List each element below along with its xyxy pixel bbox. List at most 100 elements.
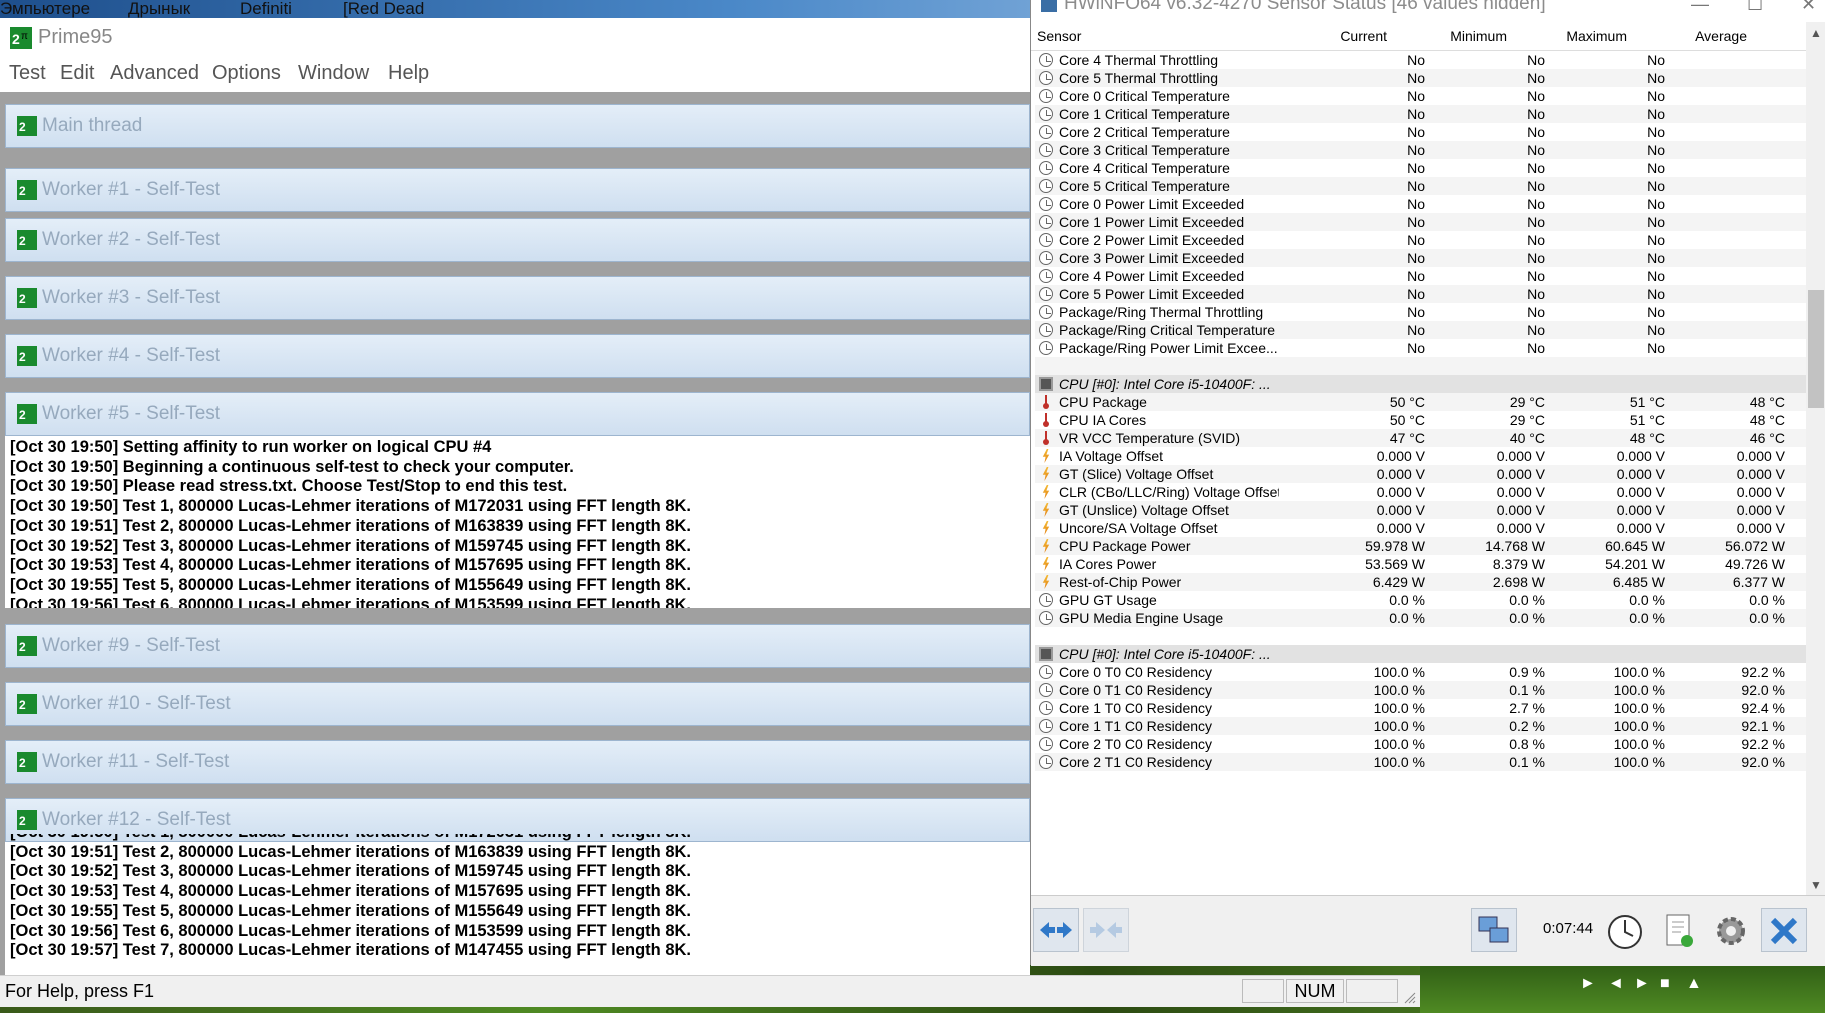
window-caption[interactable]: 2 Worker #1 - Self-Test xyxy=(5,168,1030,212)
sensor-row[interactable]: Rest-of-Chip Power 6.429 W 2.698 W 6.485 W 6… xyxy=(1035,573,1806,591)
scroll-down-icon[interactable]: ▼ xyxy=(1810,878,1822,892)
sensor-row[interactable]: Core 1 Power Limit Exceeded No No No xyxy=(1035,213,1806,231)
sensor-group-row[interactable]: CPU [#0]: Intel Core i5-10400F: ... xyxy=(1035,645,1806,663)
sensor-row[interactable]: Package/Ring Thermal Throttling No No No xyxy=(1035,303,1806,321)
window-worker-1[interactable]: 2 Worker #1 - Self-Test xyxy=(5,168,1030,212)
window-caption[interactable]: 2 Main thread xyxy=(5,104,1030,148)
sensor-row[interactable]: GPU GT Usage 0.0 % 0.0 % 0.0 % 0.0 % xyxy=(1035,591,1806,609)
report-button[interactable] xyxy=(1655,908,1701,952)
window-worker-3[interactable]: 2 Worker #3 - Self-Test xyxy=(5,276,1030,320)
col-average[interactable]: Average xyxy=(1031,28,1747,44)
tray-up-icon[interactable]: ▲ xyxy=(1686,975,1702,993)
sensor-row[interactable]: Core 5 Critical Temperature No No No xyxy=(1035,177,1806,195)
sensor-row[interactable] xyxy=(1035,357,1806,375)
sensor-row[interactable]: Package/Ring Power Limit Excee... No No No xyxy=(1035,339,1806,357)
menu-edit[interactable]: Edit xyxy=(60,62,94,85)
tray-next-icon[interactable]: ► xyxy=(1634,975,1650,993)
close-button[interactable]: ✕ xyxy=(1801,0,1816,15)
window-worker-12[interactable]: 2 Worker #12 - Self-Test [Oct 30 19:50] T… xyxy=(5,798,1030,975)
sensor-row[interactable]: Core 0 T0 C0 Residency 100.0 % 0.9 % 100.0 … xyxy=(1035,663,1806,681)
maximize-button[interactable]: ☐ xyxy=(1747,0,1763,15)
window-worker-2[interactable]: 2 Worker #2 - Self-Test xyxy=(5,218,1030,262)
scroll-up-icon[interactable]: ▲ xyxy=(1810,26,1822,40)
minimize-button[interactable]: — xyxy=(1691,0,1709,15)
sensor-minimum: 0.1 % xyxy=(1509,682,1545,698)
sensor-row[interactable]: Core 2 Critical Temperature No No No xyxy=(1035,123,1806,141)
sensor-row[interactable]: Package/Ring Critical Temperature No No No xyxy=(1035,321,1806,339)
menu-window[interactable]: Window xyxy=(298,62,369,85)
vertical-scrollbar[interactable]: ▲ ▼ xyxy=(1806,22,1825,895)
scroll-thumb[interactable] xyxy=(1808,290,1824,408)
window-main-thread[interactable]: 2 Main thread xyxy=(5,104,1030,148)
window-caption[interactable]: 2 Worker #4 - Self-Test xyxy=(5,334,1030,378)
sensor-maximum: No xyxy=(1647,124,1665,140)
sensor-row[interactable]: Core 5 Thermal Throttling No No No xyxy=(1035,69,1806,87)
window-caption[interactable]: 2 Worker #9 - Self-Test xyxy=(5,624,1030,668)
sensor-row[interactable]: Core 1 T1 C0 Residency 100.0 % 0.2 % 100.0 … xyxy=(1035,717,1806,735)
desktop-label-4[interactable]: [Red Dead xyxy=(343,0,424,18)
window-worker-4[interactable]: 2 Worker #4 - Self-Test xyxy=(5,334,1030,378)
window-worker-9[interactable]: 2 Worker #9 - Self-Test xyxy=(5,624,1030,668)
window-caption[interactable]: 2 Worker #11 - Self-Test xyxy=(5,740,1030,784)
sensor-row[interactable]: VR VCC Temperature (SVID) 47 °C 40 °C 48 °C… xyxy=(1035,429,1806,447)
sensor-row[interactable]: CPU IA Cores 50 °C 29 °C 51 °C 48 °C xyxy=(1035,411,1806,429)
sensor-row[interactable] xyxy=(1035,627,1806,645)
sensor-row[interactable]: Core 4 Critical Temperature No No No xyxy=(1035,159,1806,177)
sensor-row[interactable]: Core 2 T1 C0 Residency 100.0 % 0.1 % 100.0 … xyxy=(1035,753,1806,771)
sensor-row[interactable]: Core 0 Power Limit Exceeded No No No xyxy=(1035,195,1806,213)
sensor-row[interactable]: Core 5 Power Limit Exceeded No No No xyxy=(1035,285,1806,303)
window-worker-5[interactable]: 2 Worker #5 - Self-Test [Oct 30 19:50] Se… xyxy=(5,392,1030,608)
settings-button[interactable] xyxy=(1707,908,1753,952)
sensor-row[interactable]: CPU Package 50 °C 29 °C 51 °C 48 °C xyxy=(1035,393,1806,411)
sensor-average: 92.0 % xyxy=(1741,754,1785,770)
sensor-row[interactable]: CPU Package Power 59.978 W 14.768 W 60.645 … xyxy=(1035,537,1806,555)
hwinfo-app-icon xyxy=(1041,0,1057,12)
window-worker-11[interactable]: 2 Worker #11 - Self-Test xyxy=(5,740,1030,784)
tray-prev-icon[interactable]: ◄ xyxy=(1608,975,1624,993)
collapse-button[interactable] xyxy=(1083,908,1129,952)
sensor-row[interactable]: Uncore/SA Voltage Offset 0.000 V 0.000 V 0.… xyxy=(1035,519,1806,537)
menu-options[interactable]: Options xyxy=(212,62,281,85)
sensor-row[interactable]: Core 1 Critical Temperature No No No xyxy=(1035,105,1806,123)
sensor-row[interactable]: Core 2 T0 C0 Residency 100.0 % 0.8 % 100.0 … xyxy=(1035,735,1806,753)
sensor-row[interactable]: Core 0 Critical Temperature No No No xyxy=(1035,87,1806,105)
menu-test[interactable]: Test xyxy=(9,62,46,85)
desktop-label-3[interactable]: Definiti xyxy=(240,0,292,18)
sensor-row[interactable]: CLR (CBo/LLC/Ring) Voltage Offset 0.000 V… xyxy=(1035,483,1806,501)
sensor-group-row[interactable]: CPU [#0]: Intel Core i5-10400F: ... xyxy=(1035,375,1806,393)
resize-grip-icon[interactable] xyxy=(1402,990,1416,1004)
tray-play-icon[interactable]: ► xyxy=(1580,975,1596,993)
sensor-row[interactable]: Core 3 Critical Temperature No No No xyxy=(1035,141,1806,159)
sensor-row[interactable]: Core 4 Thermal Throttling No No No xyxy=(1035,51,1806,69)
sensor-row[interactable]: GT (Unslice) Voltage Offset 0.000 V 0.000 … xyxy=(1035,501,1806,519)
sensor-row[interactable]: Core 0 T1 C0 Residency 100.0 % 0.1 % 100.0 … xyxy=(1035,681,1806,699)
sensor-row[interactable]: IA Cores Power 53.569 W 8.379 W 54.201 W 49.… xyxy=(1035,555,1806,573)
window-caption[interactable]: 2 Worker #3 - Self-Test xyxy=(5,276,1030,320)
sensor-row[interactable]: Core 1 T0 C0 Residency 100.0 % 2.7 % 100.0 … xyxy=(1035,699,1806,717)
window-caption[interactable]: 2 Worker #5 - Self-Test xyxy=(5,392,1030,436)
sensor-row[interactable]: GT (Slice) Voltage Offset 0.000 V 0.000 V 0… xyxy=(1035,465,1806,483)
sensor-minimum: No xyxy=(1527,250,1545,266)
desktop-label-2[interactable]: Дрынык xyxy=(128,0,190,18)
sensor-row[interactable]: Core 2 Power Limit Exceeded No No No xyxy=(1035,231,1806,249)
window-caption[interactable]: 2 Worker #2 - Self-Test xyxy=(5,218,1030,262)
window-worker-10[interactable]: 2 Worker #10 - Self-Test xyxy=(5,682,1030,726)
window-caption[interactable]: 2 Worker #10 - Self-Test xyxy=(5,682,1030,726)
network-button[interactable] xyxy=(1471,908,1517,952)
sensor-row[interactable]: IA Voltage Offset 0.000 V 0.000 V 0.000 V 0.… xyxy=(1035,447,1806,465)
sensor-current: 100.0 % xyxy=(1373,682,1425,698)
sensor-row[interactable]: GPU Media Engine Usage 0.0 % 0.0 % 0.0 % 0.0… xyxy=(1035,609,1806,627)
tray-stop-icon[interactable]: ■ xyxy=(1660,975,1670,993)
clock-button[interactable] xyxy=(1601,908,1647,952)
desktop-label-1[interactable]: Эмпьютере xyxy=(0,0,90,18)
sensor-current: 50 °C xyxy=(1389,394,1425,410)
menu-help[interactable]: Help xyxy=(388,62,429,85)
sensor-average: 92.0 % xyxy=(1741,682,1785,698)
menu-advanced[interactable]: Advanced xyxy=(110,62,199,85)
close-sensors-button[interactable] xyxy=(1761,908,1807,952)
worker-5-log: [Oct 30 19:50] Setting affinity to run w… xyxy=(10,438,1030,608)
expand-button[interactable] xyxy=(1033,908,1079,952)
sensor-row[interactable]: Core 3 Power Limit Exceeded No No No xyxy=(1035,249,1806,267)
log-line: [Oct 30 19:51] Test 2, 800000 Lucas-Lehm… xyxy=(10,842,691,861)
sensor-row[interactable]: Core 4 Power Limit Exceeded No No No xyxy=(1035,267,1806,285)
